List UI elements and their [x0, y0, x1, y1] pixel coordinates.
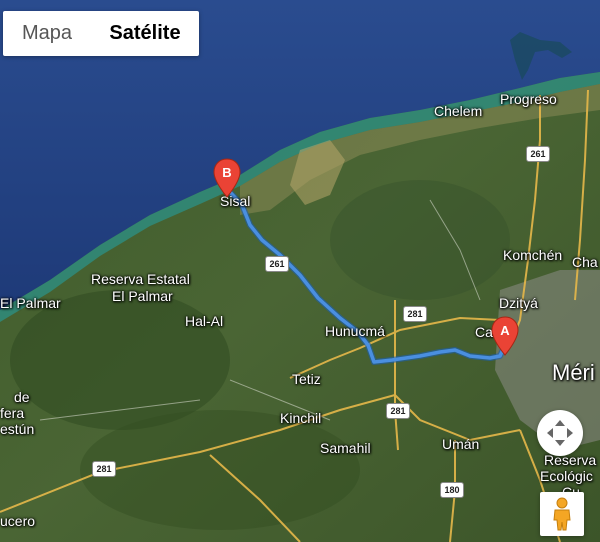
road-shield-281: 281: [403, 306, 427, 322]
place-label-samahil: Samahil: [320, 440, 371, 456]
route-marker-a-label: A: [500, 323, 510, 338]
place-label-el-palmar-reserve: El Palmar: [112, 288, 173, 304]
pan-arrows-icon: [547, 420, 573, 446]
place-label-el-palmar: El Palmar: [0, 295, 61, 311]
place-label-chelem: Chelem: [434, 103, 483, 119]
place-label-hal-al: Hal-Al: [185, 313, 224, 329]
road-shield-281: 281: [386, 403, 410, 419]
place-label-left-fera: fera: [0, 405, 25, 421]
map-type-satellite-button[interactable]: Satélite: [91, 11, 199, 56]
place-label-dzitya: Dzityá: [499, 295, 538, 311]
map-type-map-button[interactable]: Mapa: [3, 11, 91, 56]
map-type-toggle: Mapa Satélite: [3, 11, 199, 56]
place-label-reserva-estatal: Reserva Estatal: [91, 271, 190, 287]
street-view-pegman-button[interactable]: [540, 492, 584, 536]
map-imagery: [0, 0, 600, 542]
place-label-uman: Umán: [442, 436, 480, 452]
road-shield-261: 261: [265, 256, 289, 272]
pegman-icon: [553, 497, 571, 531]
place-label-left-estun: estún: [0, 421, 35, 437]
place-label-progreso: Progreso: [500, 91, 557, 107]
place-label-komchen: Komchén: [503, 247, 563, 263]
place-label-merida: Méri: [552, 360, 595, 385]
road-shield-281: 281: [92, 461, 116, 477]
road-shield-180: 180: [440, 482, 464, 498]
route-marker-b-label: B: [222, 165, 231, 180]
place-label-tetiz: Tetiz: [292, 371, 321, 387]
route-marker-a[interactable]: A: [491, 316, 519, 356]
route-marker-b[interactable]: B: [213, 158, 241, 198]
satellite-map[interactable]: Mapa Satélite Progreso Chelem Komchén Ch…: [0, 0, 600, 542]
pan-control-button[interactable]: [537, 410, 583, 456]
place-label-kinchil: Kinchil: [280, 410, 322, 426]
place-label-ecologica: Ecológic: [540, 468, 593, 484]
road-shield-261: 261: [526, 146, 550, 162]
place-label-hunucma: Hunucmá: [325, 323, 385, 339]
place-label-cha: Cha: [572, 254, 598, 270]
place-label-left-de: de: [14, 389, 30, 405]
place-label-ucero: ucero: [0, 513, 36, 529]
